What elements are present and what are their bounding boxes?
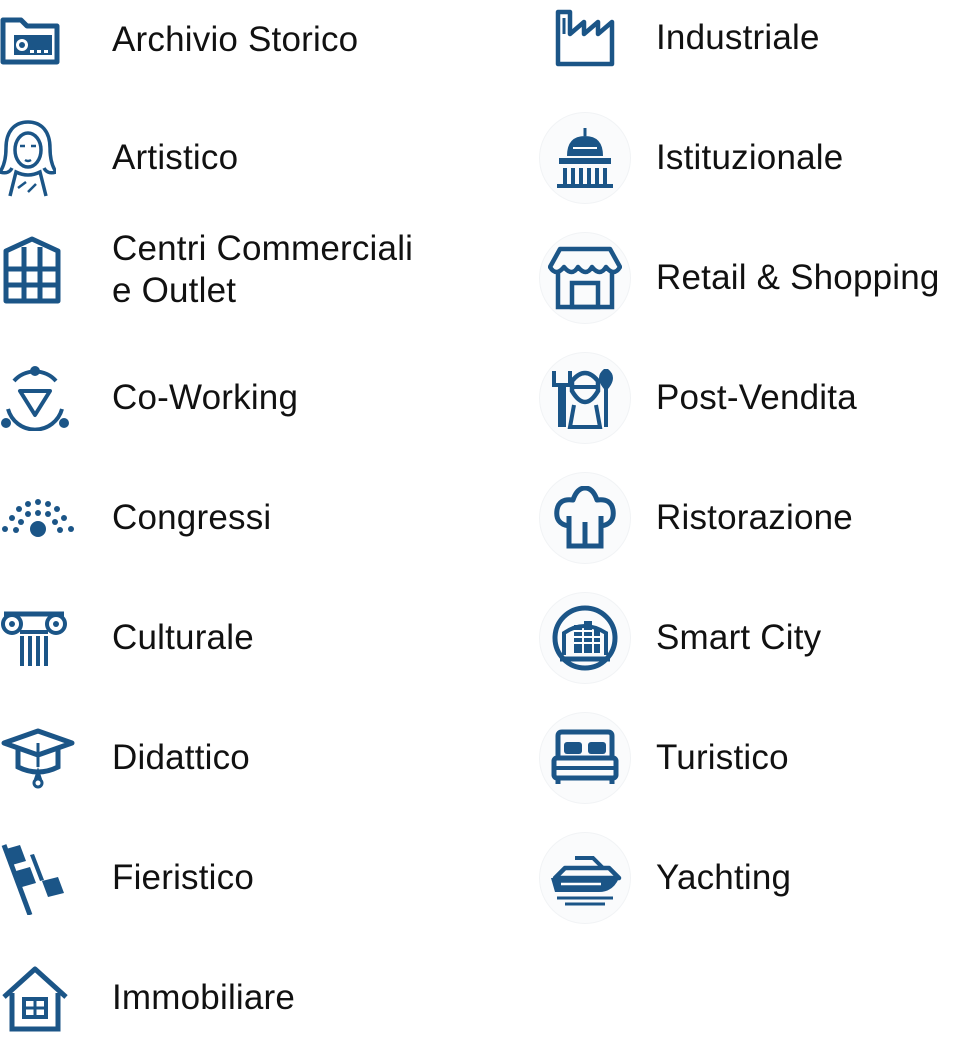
house-icon [0, 953, 76, 1043]
category-label: Fieristico [112, 858, 255, 897]
category-label-line: Centri Commerciali [112, 229, 414, 268]
category-label: Post-Vendita [656, 378, 857, 417]
category-label: Smart City [656, 618, 822, 657]
category-label: Turistico [656, 738, 789, 777]
category-archivio-storico[interactable]: Archivio Storico [0, 0, 358, 90]
ionic-column-icon [0, 593, 76, 683]
mona-lisa-icon [0, 113, 76, 203]
category-artistico[interactable]: Artistico [0, 108, 238, 208]
category-label: Culturale [112, 618, 254, 657]
category-ristorazione[interactable]: Ristorazione [540, 468, 853, 568]
category-post-vendita[interactable]: Post-Vendita [540, 348, 857, 448]
category-retail-shopping[interactable]: Retail & Shopping [540, 228, 940, 328]
category-label: Retail & Shopping [656, 258, 940, 297]
mechanic-tools-icon [540, 353, 630, 443]
archive-folder-icon [0, 0, 76, 85]
flags-icon [0, 833, 76, 923]
graduation-cap-icon [0, 713, 76, 803]
category-label: Didattico [112, 738, 250, 777]
category-label: Artistico [112, 138, 239, 177]
category-yachting[interactable]: Yachting [540, 828, 791, 928]
category-label: Ristorazione [656, 498, 853, 537]
category-turistico[interactable]: Turistico [540, 708, 789, 808]
category-label: Archivio Storico [112, 20, 359, 59]
category-co-working[interactable]: Co-Working [0, 348, 298, 448]
capitol-dome-icon [540, 113, 630, 203]
chef-hat-icon [540, 473, 630, 563]
category-didattico[interactable]: Didattico [0, 708, 250, 808]
yacht-icon [540, 833, 630, 923]
category-label: Co-Working [112, 378, 299, 417]
category-istituzionale[interactable]: Istituzionale [540, 108, 843, 208]
building-icon [0, 225, 76, 315]
category-label: Industriale [656, 18, 820, 57]
category-industriale[interactable]: Industriale [540, 0, 820, 88]
network-triangle-icon [0, 353, 76, 443]
category-culturale[interactable]: Culturale [0, 588, 254, 688]
smart-city-icon [540, 593, 630, 683]
category-immobiliare[interactable]: Immobiliare [0, 948, 295, 1048]
category-label: Yachting [656, 858, 792, 897]
category-label: Istituzionale [656, 138, 844, 177]
bed-icon [540, 713, 630, 803]
category-smart-city[interactable]: Smart City [540, 588, 821, 688]
audience-dots-icon [0, 473, 76, 563]
storefront-icon [540, 233, 630, 323]
category-label: Immobiliare [112, 978, 296, 1017]
category-centri-commerciali[interactable]: Centri Commerciali e Outlet [0, 220, 413, 320]
category-label-line: e Outlet [112, 271, 237, 310]
category-congressi[interactable]: Congressi [0, 468, 271, 568]
category-label: Congressi [112, 498, 272, 537]
category-fieristico[interactable]: Fieristico [0, 828, 254, 928]
factory-icon [540, 0, 630, 83]
category-label: Centri Commerciali e Outlet [112, 228, 413, 312]
